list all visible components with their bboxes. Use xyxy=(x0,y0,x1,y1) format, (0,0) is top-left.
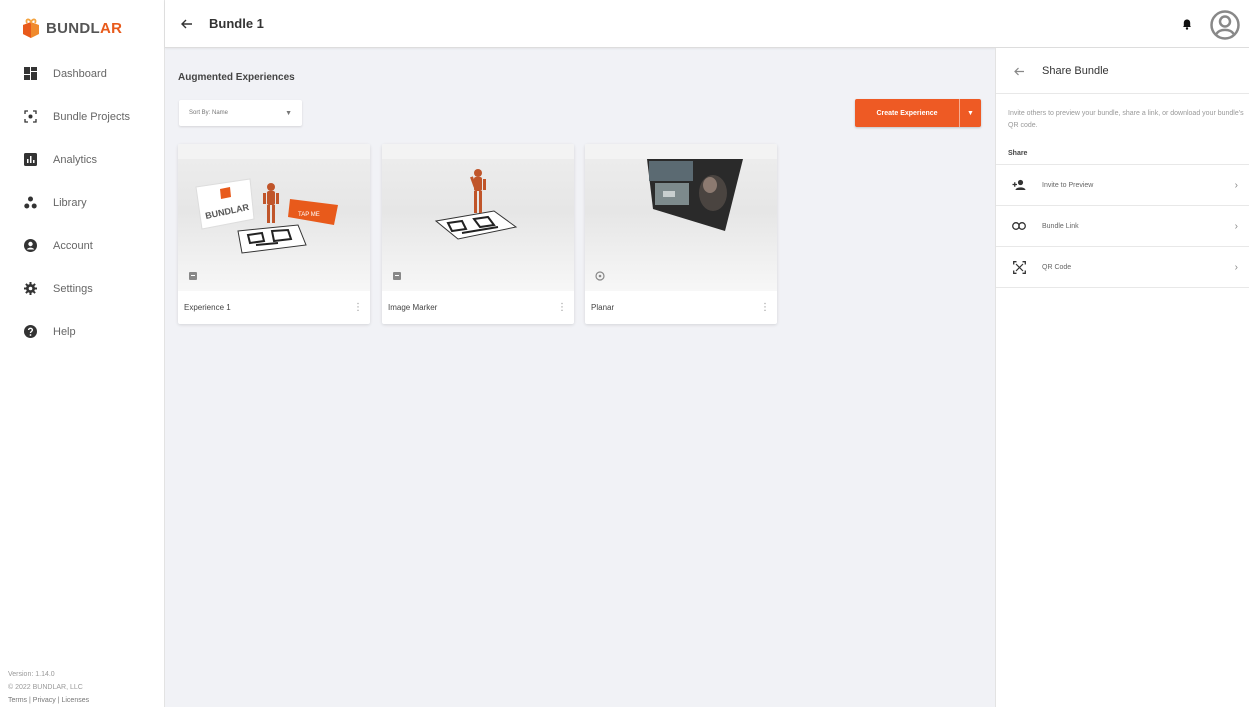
share-option-invite-to-preview[interactable]: Invite to Preview › xyxy=(996,165,1249,206)
card-header-strip xyxy=(585,144,777,159)
sidebar-item-bundle-projects[interactable]: Bundle Projects xyxy=(0,95,165,138)
section-title: Augmented Experiences xyxy=(178,72,295,83)
share-option-label: Bundle Link xyxy=(1042,222,1079,230)
sidebar-item-label: Analytics xyxy=(53,153,98,166)
sidebar-item-settings[interactable]: Settings xyxy=(0,267,165,310)
more-vert-icon[interactable]: ⋮ xyxy=(556,301,568,315)
thumbnail-scene: BUNDLAR TAP ME xyxy=(195,178,338,254)
footer-links: Terms | Privacy | Licenses xyxy=(8,694,89,707)
image-marker-icon xyxy=(189,272,197,280)
share-option-bundle-link[interactable]: Bundle Link › xyxy=(996,206,1249,247)
chevron-right-icon: › xyxy=(1234,220,1238,232)
more-vert-icon[interactable]: ⋮ xyxy=(759,301,771,315)
share-bundle-panel: Share Bundle Invite others to preview yo… xyxy=(995,48,1249,707)
thumbnail-scene xyxy=(434,169,518,240)
sidebar-footer: Version: 1.14.0 © 2022 BUNDLAR, LLC Term… xyxy=(8,668,89,707)
experience-thumbnail xyxy=(585,159,777,291)
share-option-qr-code[interactable]: QR Code › xyxy=(996,247,1249,288)
sidebar-item-dashboard[interactable]: Dashboard xyxy=(0,52,165,95)
version-text: Version: 1.14.0 xyxy=(8,671,55,678)
create-experience-button[interactable]: Create Experience xyxy=(855,110,959,117)
library-icon xyxy=(23,196,37,210)
terms-link[interactable]: Terms xyxy=(8,697,27,704)
footer-separator: | xyxy=(29,697,31,704)
gear-icon xyxy=(23,282,37,296)
card-header-strip xyxy=(178,144,370,159)
sidebar-item-analytics[interactable]: Analytics xyxy=(0,138,165,181)
experience-card[interactable]: BUNDLAR TAP ME Experience 1 ⋮ xyxy=(178,144,370,324)
page-title: Bundle 1 xyxy=(209,16,264,31)
footer-separator: | xyxy=(57,697,60,704)
tap-me-label: TAP ME xyxy=(298,212,320,218)
app-name: BUNDLAR xyxy=(46,19,123,37)
create-experience-split-button: Create Experience ▼ xyxy=(855,99,981,127)
back-arrow-icon[interactable] xyxy=(1013,65,1025,77)
more-vert-icon[interactable]: ⋮ xyxy=(352,301,364,315)
chevron-right-icon: › xyxy=(1234,261,1238,273)
bell-icon[interactable] xyxy=(1180,17,1194,31)
image-marker-icon xyxy=(393,272,401,280)
dashboard-icon xyxy=(23,67,37,81)
share-section-label: Share xyxy=(1008,150,1028,157)
sidebar-item-label: Account xyxy=(53,239,93,252)
back-arrow-icon[interactable] xyxy=(179,16,195,32)
licenses-link[interactable]: Licenses xyxy=(61,697,89,704)
sidebar: BUNDLAR Dashboard Bundle Projects Analyt… xyxy=(0,0,165,707)
share-panel-description: Invite others to preview your bundle, sh… xyxy=(1008,110,1244,129)
share-panel-header: Share Bundle xyxy=(996,48,1249,94)
card-footer: Image Marker ⋮ xyxy=(382,291,574,324)
thumbnail-scene xyxy=(647,159,743,231)
sidebar-item-label: Help xyxy=(53,325,76,338)
copyright-text: © 2022 BUNDLAR, LLC xyxy=(8,684,83,691)
privacy-link[interactable]: Privacy xyxy=(33,697,56,704)
share-options-list: Invite to Preview › Bundle Link › QR Cod… xyxy=(996,164,1249,288)
experience-title: Planar xyxy=(591,303,615,312)
sidebar-item-library[interactable]: Library xyxy=(0,181,165,224)
avatar-icon[interactable] xyxy=(1210,10,1240,40)
share-option-label: QR Code xyxy=(1042,263,1072,271)
sidebar-item-label: Bundle Projects xyxy=(53,110,131,123)
card-footer: Planar ⋮ xyxy=(585,291,777,324)
experience-thumbnail: BUNDLAR TAP ME xyxy=(178,159,370,291)
sort-dropdown-label: Sort By: Name xyxy=(189,110,229,116)
experience-card[interactable]: Planar ⋮ xyxy=(585,144,777,324)
create-experience-dropdown-button[interactable]: ▼ xyxy=(959,99,981,127)
top-bar: Bundle 1 xyxy=(165,0,1249,48)
person-add-icon xyxy=(1012,178,1026,192)
chevron-right-icon: › xyxy=(1234,179,1238,191)
share-option-label: Invite to Preview xyxy=(1042,181,1094,189)
sidebar-item-help[interactable]: Help xyxy=(0,310,165,353)
experience-title: Experience 1 xyxy=(184,303,231,312)
sidebar-item-account[interactable]: Account xyxy=(0,224,165,267)
caret-down-icon: ▼ xyxy=(285,109,292,117)
link-icon xyxy=(1012,219,1026,233)
sidebar-item-label: Settings xyxy=(53,282,93,295)
sidebar-item-label: Library xyxy=(53,196,87,209)
experience-thumbnail xyxy=(382,159,574,291)
sort-dropdown[interactable]: Sort By: Name ▼ xyxy=(179,100,302,126)
logo-gift-icon xyxy=(23,18,39,38)
bundle-projects-icon xyxy=(23,110,37,124)
qr-code-icon xyxy=(1012,260,1026,274)
caret-down-icon: ▼ xyxy=(967,109,974,117)
help-icon xyxy=(23,325,37,339)
app-logo[interactable]: BUNDLAR xyxy=(20,14,122,42)
experience-title: Image Marker xyxy=(388,303,438,312)
planar-icon xyxy=(595,271,605,281)
share-panel-title: Share Bundle xyxy=(1042,65,1109,77)
sidebar-item-label: Dashboard xyxy=(53,67,107,80)
main-content: Augmented Experiences Sort By: Name ▼ Cr… xyxy=(165,48,995,707)
sidebar-nav: Dashboard Bundle Projects Analytics Libr… xyxy=(0,52,165,353)
analytics-icon xyxy=(23,153,37,167)
card-footer: Experience 1 ⋮ xyxy=(178,291,370,324)
account-icon xyxy=(23,239,37,253)
experience-card[interactable]: Image Marker ⋮ xyxy=(382,144,574,324)
card-header-strip xyxy=(382,144,574,159)
